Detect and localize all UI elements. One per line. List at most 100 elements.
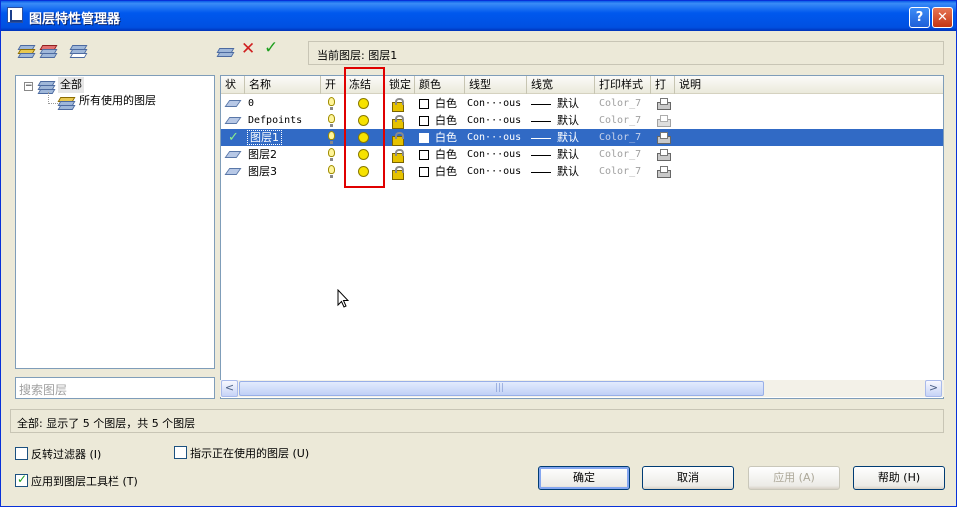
layer-name[interactable]: 图层2 xyxy=(248,146,277,163)
layer-plot-printer-icon[interactable] xyxy=(657,132,671,144)
layer-on-bulb-icon[interactable] xyxy=(328,165,335,178)
layer-plot-style: Color_7 xyxy=(599,132,642,143)
freeze-column-highlight xyxy=(344,67,385,188)
column-status[interactable]: 状 xyxy=(221,76,245,94)
layer-on-bulb-icon[interactable] xyxy=(328,97,335,110)
column-lock[interactable]: 锁定 xyxy=(385,76,415,94)
column-color[interactable]: 颜色 xyxy=(415,76,465,94)
new-group-filter-icon[interactable] xyxy=(39,43,58,59)
title-bar[interactable]: 图层特性管理器 ? ✕ xyxy=(1,1,956,31)
layer-name[interactable]: Defpoints xyxy=(248,112,302,129)
app-icon xyxy=(7,7,23,23)
layer-on-bulb-icon[interactable] xyxy=(328,114,335,127)
layer-plot-printer-icon[interactable] xyxy=(657,149,671,161)
layer-unlock-icon[interactable] xyxy=(392,98,404,112)
horizontal-scrollbar[interactable]: < ||| > xyxy=(220,380,944,397)
layer-row-selected[interactable]: ✓ 图层1 白色 Con···ous 默认 Color_7 xyxy=(221,129,943,146)
layer-lineweight[interactable]: 默认 xyxy=(557,112,579,129)
layer-lineweight[interactable]: 默认 xyxy=(557,129,579,146)
layer-row[interactable]: 图层2 白色 Con···ous 默认 Color_7 xyxy=(221,146,943,163)
lineweight-sample xyxy=(531,138,551,139)
layer-lineweight[interactable]: 默认 xyxy=(557,95,579,112)
layer-on-bulb-icon[interactable] xyxy=(328,148,335,161)
layer-plot-printer-icon[interactable] xyxy=(657,166,671,178)
indicate-used-label[interactable]: 指示正在使用的图层 (U) xyxy=(190,445,309,461)
lineweight-sample xyxy=(531,172,551,173)
apply-button[interactable]: 应用 (A) xyxy=(748,466,840,490)
layer-row[interactable]: 图层3 白色 Con···ous 默认 Color_7 xyxy=(221,163,943,180)
layer-color-name[interactable]: 白色 xyxy=(435,129,457,146)
layer-lineweight[interactable]: 默认 xyxy=(557,163,579,180)
delete-layer-icon[interactable]: ✕ xyxy=(241,41,259,58)
column-plot[interactable]: 打 xyxy=(651,76,675,94)
layer-name[interactable]: 0 xyxy=(248,95,254,112)
layer-on-bulb-icon[interactable] xyxy=(328,131,335,144)
column-lineweight[interactable]: 线宽 xyxy=(527,76,595,94)
layer-plot-style: Color_7 xyxy=(599,115,642,126)
layer-row[interactable]: Defpoints 白色 Con···ous 默认 Color_7 xyxy=(221,112,943,129)
layer-row[interactable]: 0 白色 Con···ous 默认 Color_7 xyxy=(221,95,943,112)
layer-states-manager-icon[interactable] xyxy=(69,43,88,59)
layer-color-swatch[interactable] xyxy=(419,167,429,177)
scroll-thumb-grip: ||| xyxy=(495,383,505,393)
indicate-used-checkbox[interactable] xyxy=(174,446,187,459)
column-on[interactable]: 开 xyxy=(321,76,345,94)
column-plot-style[interactable]: 打印样式 xyxy=(595,76,651,94)
layer-linetype[interactable]: Con···ous xyxy=(467,163,521,180)
layer-linetype[interactable]: Con···ous xyxy=(467,95,521,112)
close-button[interactable]: ✕ xyxy=(932,7,953,28)
invert-filter-checkbox[interactable] xyxy=(15,447,28,460)
layer-color-name[interactable]: 白色 xyxy=(435,95,457,112)
current-layer-check-icon: ✓ xyxy=(228,130,239,145)
invert-filter-label[interactable]: 反转过滤器 (I) xyxy=(31,446,101,462)
column-linetype[interactable]: 线型 xyxy=(465,76,527,94)
layer-color-swatch[interactable] xyxy=(419,150,429,160)
layer-unlock-icon[interactable] xyxy=(392,132,404,146)
filter-tree[interactable]: − 全部 所有使用的图层 xyxy=(15,75,215,369)
layer-lineweight[interactable]: 默认 xyxy=(557,146,579,163)
search-layer-input[interactable]: 搜索图层 xyxy=(15,377,215,399)
scroll-right-button[interactable]: > xyxy=(925,380,942,397)
layer-color-name[interactable]: 白色 xyxy=(435,146,457,163)
layer-plot-style: Color_7 xyxy=(599,98,642,109)
set-current-icon[interactable]: ✓ xyxy=(264,40,282,57)
new-property-filter-icon[interactable] xyxy=(17,43,36,59)
tree-item-all[interactable]: 全部 xyxy=(58,77,84,93)
scroll-left-button[interactable]: < xyxy=(221,380,238,397)
scroll-thumb[interactable]: ||| xyxy=(239,381,764,396)
lineweight-sample xyxy=(531,121,551,122)
layer-linetype[interactable]: Con···ous xyxy=(467,146,521,163)
layer-noplot-printer-icon[interactable] xyxy=(657,115,671,127)
apply-to-toolbar-label[interactable]: 应用到图层工具栏 (T) xyxy=(31,473,138,489)
layer-name[interactable]: 图层1 xyxy=(247,130,282,145)
layer-properties-manager-window: 图层特性管理器 ? ✕ ✕ ✓ 当前图层: 图层1 − 全部 所有使用的图层 搜… xyxy=(0,0,957,507)
layer-unlock-icon[interactable] xyxy=(392,115,404,129)
status-bar: 全部: 显示了 5 个图层，共 5 个图层 xyxy=(10,409,944,433)
layer-color-swatch[interactable] xyxy=(419,99,429,109)
ok-button[interactable]: 确定 xyxy=(538,466,630,490)
column-name[interactable]: 名称 xyxy=(245,76,321,94)
filter-used-icon xyxy=(57,95,76,111)
tree-item-used-layers[interactable]: 所有使用的图层 xyxy=(79,93,156,109)
tree-collapse-toggle[interactable]: − xyxy=(24,82,33,91)
help-button[interactable]: 帮助 (H) xyxy=(853,466,945,490)
layer-status-icon xyxy=(225,100,239,107)
layer-color-name[interactable]: 白色 xyxy=(435,163,457,180)
column-description[interactable]: 说明 xyxy=(675,76,943,94)
layer-linetype[interactable]: Con···ous xyxy=(467,112,521,129)
layer-linetype[interactable]: Con···ous xyxy=(467,129,521,146)
layer-color-swatch[interactable] xyxy=(419,133,429,143)
layer-color-swatch[interactable] xyxy=(419,116,429,126)
help-title-button[interactable]: ? xyxy=(909,7,930,28)
layer-color-name[interactable]: 白色 xyxy=(435,112,457,129)
layer-unlock-icon[interactable] xyxy=(392,149,404,163)
layer-list[interactable]: 状 名称 开 冻结 锁定 颜色 线型 线宽 打印样式 打 说明 0 白色 Con… xyxy=(220,75,944,399)
layer-unlock-icon[interactable] xyxy=(392,166,404,180)
tree-connector xyxy=(48,103,58,104)
layer-plot-style: Color_7 xyxy=(599,166,642,177)
cancel-button[interactable]: 取消 xyxy=(642,466,734,490)
new-layer-icon[interactable] xyxy=(216,43,235,59)
layer-plot-printer-icon[interactable] xyxy=(657,98,671,110)
layer-name[interactable]: 图层3 xyxy=(248,163,277,180)
apply-to-toolbar-checkbox[interactable] xyxy=(15,472,28,487)
